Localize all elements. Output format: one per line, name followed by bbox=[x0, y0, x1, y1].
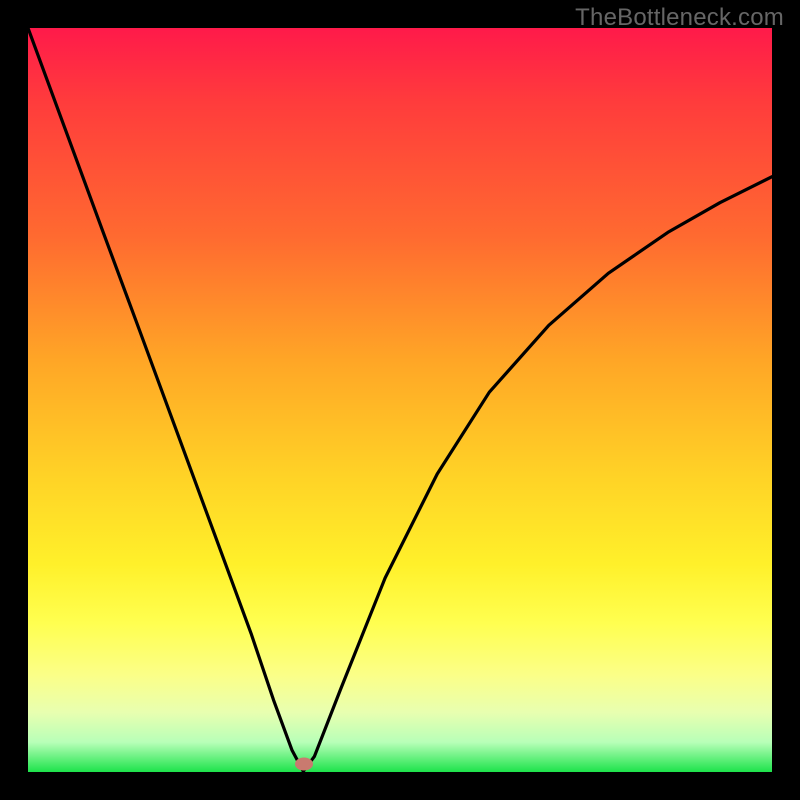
bottleneck-curve bbox=[28, 28, 772, 772]
chart-container: TheBottleneck.com bbox=[0, 0, 800, 800]
watermark-text: TheBottleneck.com bbox=[575, 4, 784, 32]
plot-area bbox=[28, 28, 772, 772]
optimal-point-marker bbox=[295, 757, 313, 770]
